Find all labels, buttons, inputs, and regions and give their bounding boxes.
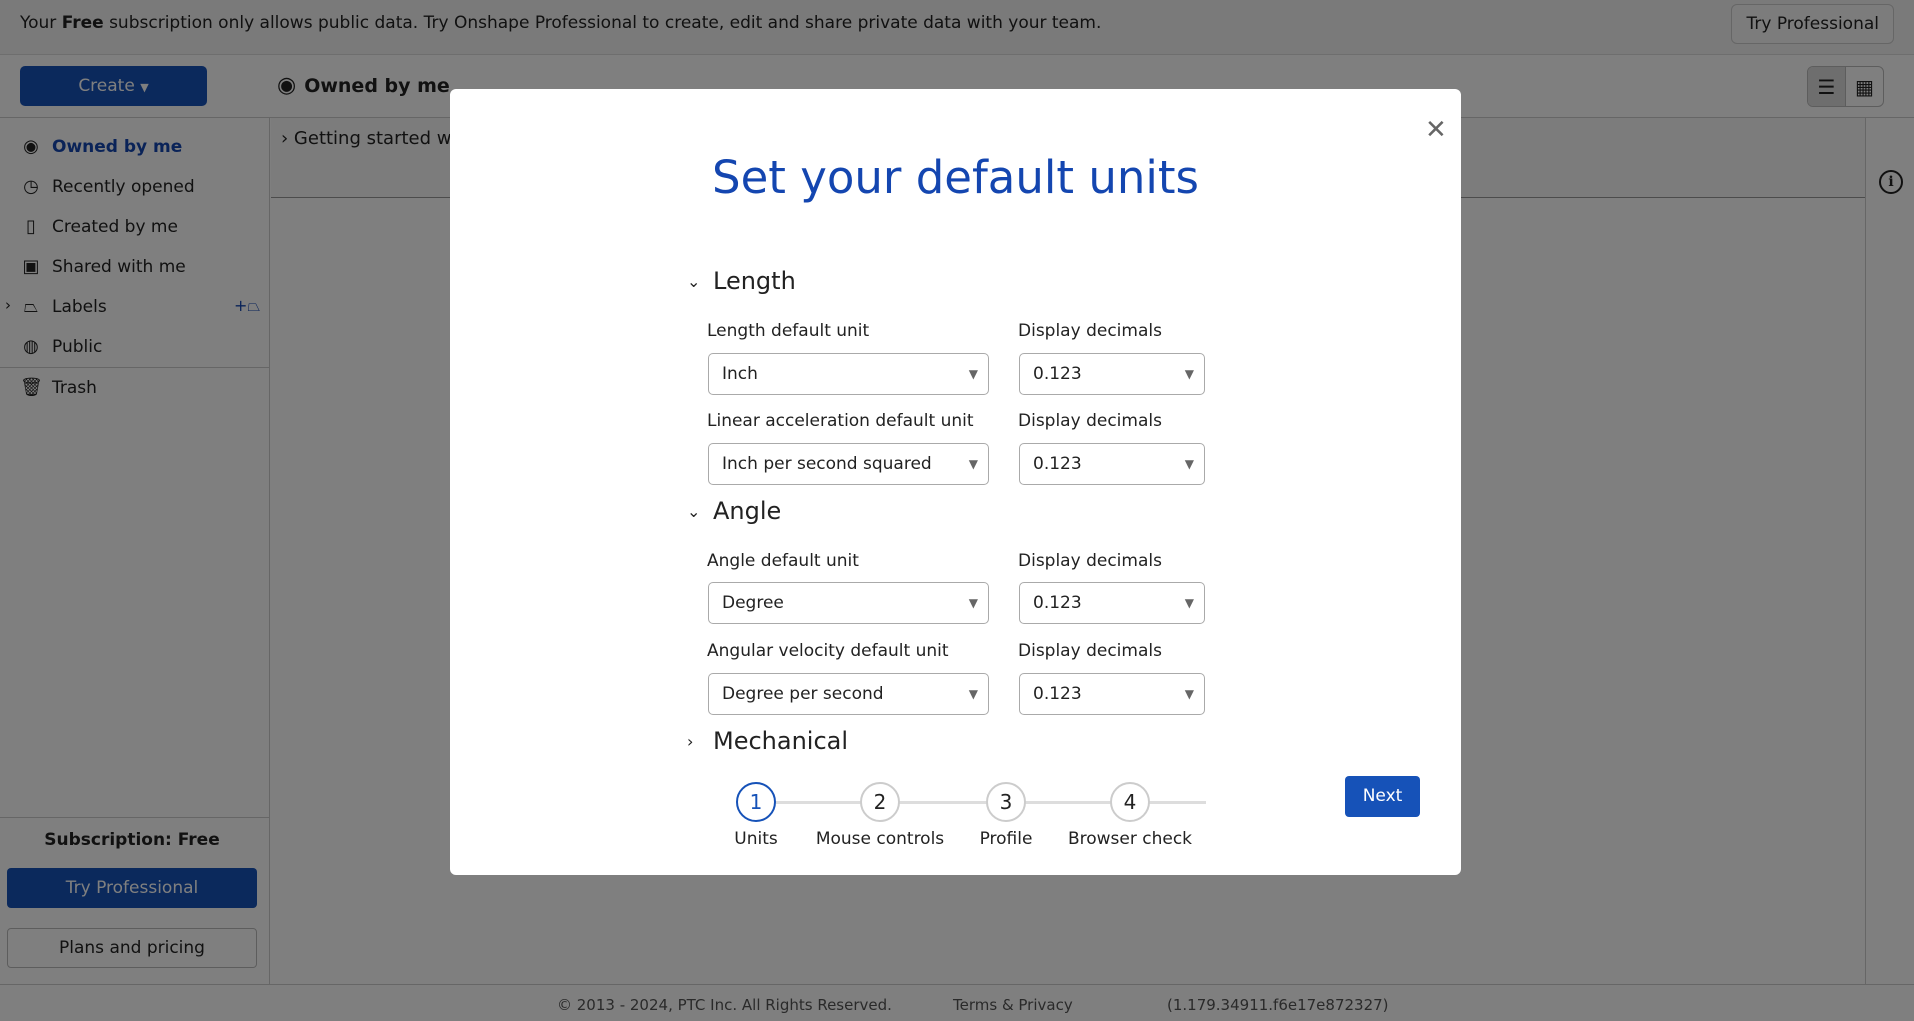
section-title: Mechanical	[713, 727, 849, 755]
angular-velocity-decimals-label: Display decimals	[1018, 641, 1162, 661]
angular-velocity-select[interactable]: Degree per second ▼	[708, 673, 989, 715]
section-angle[interactable]: ⌄ Angle	[687, 497, 781, 525]
default-units-dialog: ✕ Set your default units ⌄ Length Length …	[450, 89, 1461, 875]
angle-decimals-select[interactable]: 0.123 ▼	[1019, 582, 1205, 624]
dialog-title: Set your default units	[712, 151, 1199, 204]
angle-unit-label: Angle default unit	[707, 551, 859, 571]
select-value: Degree per second	[722, 684, 884, 704]
next-button[interactable]: Next	[1345, 776, 1420, 817]
step-1: 1	[736, 782, 776, 822]
select-value: Inch	[722, 364, 758, 384]
chevron-down-icon: ⌄	[687, 501, 701, 521]
section-mechanical[interactable]: › Mechanical	[687, 727, 848, 755]
length-unit-select[interactable]: Inch ▼	[708, 353, 989, 395]
length-decimals-select[interactable]: 0.123 ▼	[1019, 353, 1205, 395]
length-decimals-label: Display decimals	[1018, 321, 1162, 341]
chevron-right-icon: ›	[687, 731, 694, 751]
select-value: 0.123	[1033, 593, 1082, 613]
linear-acceleration-decimals-select[interactable]: 0.123 ▼	[1019, 443, 1205, 485]
dropdown-arrow-icon: ▼	[1184, 457, 1194, 471]
dropdown-arrow-icon: ▼	[968, 596, 978, 610]
select-value: 0.123	[1033, 364, 1082, 384]
dropdown-arrow-icon: ▼	[968, 687, 978, 701]
angular-velocity-label: Angular velocity default unit	[707, 641, 949, 661]
close-icon[interactable]: ✕	[1425, 117, 1447, 143]
dropdown-arrow-icon: ▼	[1184, 687, 1194, 701]
angular-velocity-decimals-select[interactable]: 0.123 ▼	[1019, 673, 1205, 715]
step-4-label: Browser check	[1067, 829, 1193, 849]
linear-acceleration-select[interactable]: Inch per second squared ▼	[708, 443, 989, 485]
dropdown-arrow-icon: ▼	[968, 367, 978, 381]
select-value: 0.123	[1033, 454, 1082, 474]
linear-acceleration-label: Linear acceleration default unit	[707, 411, 974, 431]
step-3: 3	[986, 782, 1026, 822]
length-unit-label: Length default unit	[707, 321, 870, 341]
select-value: Inch per second squared	[722, 454, 932, 474]
step-2: 2	[860, 782, 900, 822]
linear-acceleration-decimals-label: Display decimals	[1018, 411, 1162, 431]
section-length[interactable]: ⌄ Length	[687, 267, 796, 295]
step-4: 4	[1110, 782, 1150, 822]
dropdown-arrow-icon: ▼	[968, 457, 978, 471]
angle-unit-select[interactable]: Degree ▼	[708, 582, 989, 624]
section-title: Length	[713, 267, 796, 295]
chevron-down-icon: ⌄	[687, 271, 701, 291]
dropdown-arrow-icon: ▼	[1184, 367, 1194, 381]
select-value: 0.123	[1033, 684, 1082, 704]
select-value: Degree	[722, 593, 784, 613]
section-title: Angle	[713, 497, 782, 525]
angle-decimals-label: Display decimals	[1018, 551, 1162, 571]
dropdown-arrow-icon: ▼	[1184, 596, 1194, 610]
